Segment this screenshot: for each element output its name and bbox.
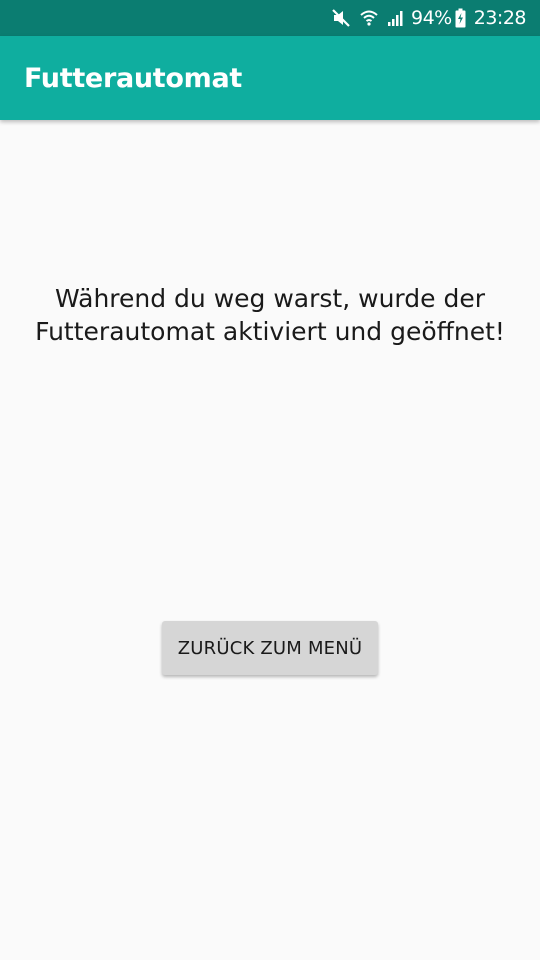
- status-message-line-2: Futterautomat aktiviert und geöffnet!: [35, 317, 505, 346]
- signal-icon: [387, 0, 405, 36]
- status-message: Während du weg warst, wurde der Futterau…: [0, 282, 540, 348]
- app-bar: Futterautomat: [0, 36, 540, 120]
- clock: 23:28: [473, 7, 527, 29]
- battery-percent: 94%: [411, 7, 452, 29]
- status-bar: 94% 23:28: [0, 0, 540, 36]
- screen: 94% 23:28 Futterautomat Während du weg w…: [0, 0, 540, 960]
- app-title: Futterautomat: [24, 62, 243, 94]
- status-message-line-1: Während du weg warst, wurde der: [55, 284, 485, 313]
- battery-charging-icon: [455, 0, 466, 36]
- back-to-menu-button[interactable]: ZURÜCK ZUM MENÜ: [162, 621, 378, 675]
- mute-icon: [331, 0, 351, 36]
- wifi-icon: [359, 0, 379, 36]
